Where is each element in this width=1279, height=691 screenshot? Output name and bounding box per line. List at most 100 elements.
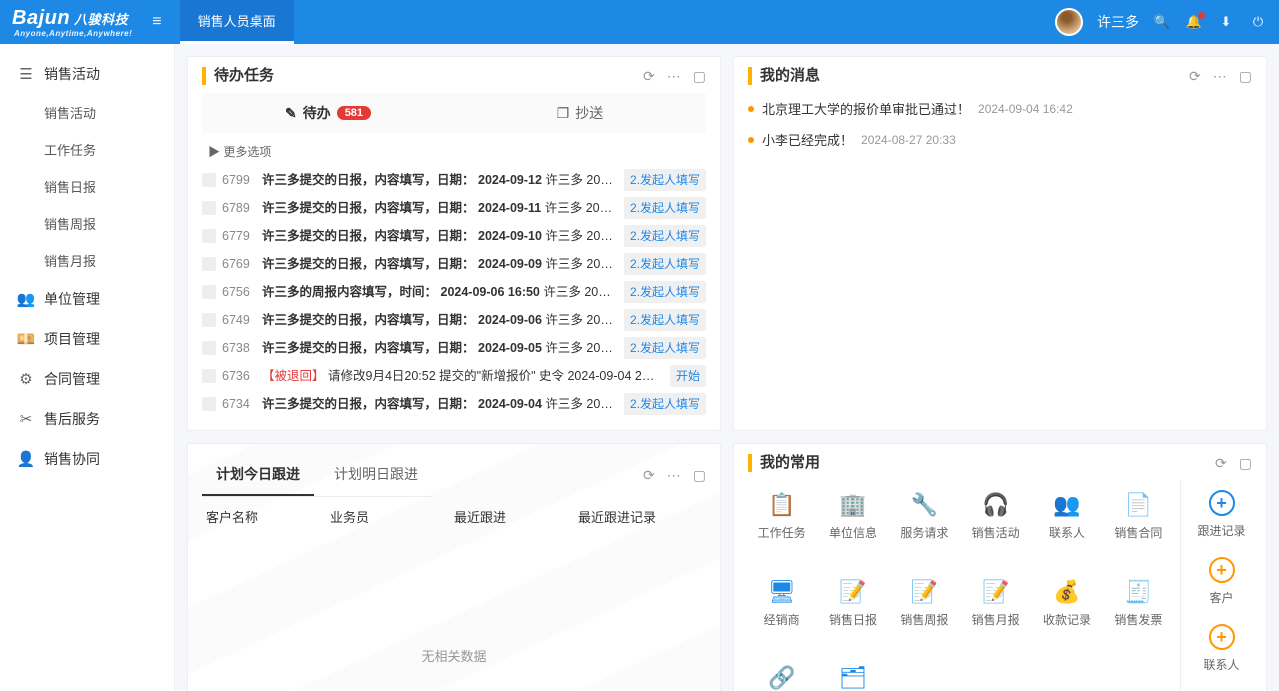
favorite-item[interactable]: 🧾销售发票: [1105, 577, 1172, 654]
task-row[interactable]: 6749许三多提交的日报，内容填写，日期： 2024-09-06 许三多 202…: [202, 306, 706, 334]
menu-toggle-icon[interactable]: ≡: [152, 13, 161, 31]
sidebar-item[interactable]: ☰销售活动: [0, 54, 174, 94]
quick-add[interactable]: +跟进记录: [1191, 490, 1252, 539]
favorite-item[interactable]: 👥联系人: [1033, 490, 1100, 567]
task-row[interactable]: 6736【被退回】 请修改9月4日20:52 提交的"新增报价" 史令 2024…: [202, 362, 706, 390]
more-icon[interactable]: ⋯: [667, 68, 681, 85]
favorite-item[interactable]: 📋工作任务: [748, 490, 815, 567]
quick-add-label: 联系人: [1191, 656, 1252, 673]
favorite-item[interactable]: 📝销售月报: [962, 577, 1029, 654]
favorite-icon: 🔗: [748, 663, 815, 691]
refresh-icon[interactable]: ⟳: [643, 467, 655, 484]
task-row[interactable]: 6738许三多提交的日报，内容填写，日期： 2024-09-05 许三多 202…: [202, 334, 706, 362]
tab-plan-tomorrow[interactable]: 计划明日跟进: [320, 454, 432, 496]
bell-icon[interactable]: 🔔: [1185, 14, 1203, 30]
task-stage-tag[interactable]: 2.发起人填写: [624, 281, 706, 303]
favorite-label: 服务请求: [891, 524, 958, 541]
expand-icon[interactable]: ▢: [1239, 455, 1252, 472]
task-stage-tag[interactable]: 2.发起人填写: [624, 337, 706, 359]
search-icon[interactable]: 🔍: [1153, 14, 1171, 30]
logo: Bajun八骏科技Anyone,Anytime,Anywhere!: [12, 7, 132, 38]
task-stage-tag[interactable]: 2.发起人填写: [624, 169, 706, 191]
tab-sales-desktop[interactable]: 销售人员桌面: [180, 0, 294, 44]
refresh-icon[interactable]: ⟳: [1215, 455, 1227, 472]
checkbox[interactable]: [202, 285, 216, 299]
tab-plan-today[interactable]: 计划今日跟进: [202, 454, 314, 496]
task-stage-tag[interactable]: 2.发起人填写: [624, 225, 706, 247]
sidebar-subitem[interactable]: 工作任务: [0, 131, 174, 168]
avatar[interactable]: [1055, 8, 1083, 36]
task-row[interactable]: 6756许三多的周报内容填写，时间： 2024-09-06 16:50 许三多 …: [202, 278, 706, 306]
username[interactable]: 许三多: [1097, 12, 1139, 32]
checkbox[interactable]: [202, 173, 216, 187]
refresh-icon[interactable]: ⟳: [643, 68, 655, 85]
favorite-item[interactable]: 📝销售日报: [819, 577, 886, 654]
plus-icon: +: [1209, 557, 1235, 583]
favorite-item[interactable]: 📄销售合同: [1105, 490, 1172, 567]
power-icon[interactable]: ⏻: [1249, 14, 1267, 30]
expand-icon[interactable]: ▢: [693, 68, 706, 85]
favorite-item[interactable]: 🎧销售活动: [962, 490, 1029, 567]
sidebar-item[interactable]: 👥单位管理: [0, 279, 174, 319]
more-options[interactable]: ▶ 更多选项: [202, 139, 706, 166]
sidebar-item[interactable]: 💴项目管理: [0, 319, 174, 359]
sidebar-icon: ✂: [18, 411, 34, 427]
expand-icon[interactable]: ▢: [1239, 68, 1252, 85]
refresh-icon[interactable]: ⟳: [1189, 68, 1201, 85]
favorite-item[interactable]: 💰收款记录: [1033, 577, 1100, 654]
sidebar-item[interactable]: ✂售后服务: [0, 399, 174, 439]
checkbox[interactable]: [202, 201, 216, 215]
column-header: 最近跟进: [454, 507, 578, 526]
task-row[interactable]: 6734许三多提交的日报，内容填写，日期： 2024-09-04 许三多 202…: [202, 390, 706, 418]
tab-todo[interactable]: ✎ 待办 581: [202, 93, 454, 133]
expand-icon[interactable]: ▢: [693, 467, 706, 484]
task-row[interactable]: 6779许三多提交的日报，内容填写，日期： 2024-09-10 许三多 202…: [202, 222, 706, 250]
task-row[interactable]: 6769许三多提交的日报，内容填写，日期： 2024-09-09 许三多 202…: [202, 250, 706, 278]
task-stage-tag[interactable]: 开始: [670, 365, 706, 387]
favorite-icon: 📋: [748, 490, 815, 520]
quick-add[interactable]: + 联系人: [1191, 624, 1252, 673]
favorite-label: 收款记录: [1033, 611, 1100, 628]
task-row[interactable]: 6799许三多提交的日报，内容填写，日期： 2024-09-12 许三多 202…: [202, 166, 706, 194]
favorite-item[interactable]: 🏢单位信息: [819, 490, 886, 567]
favorite-item[interactable]: 📝销售周报: [891, 577, 958, 654]
checkbox[interactable]: [202, 369, 216, 383]
checkbox[interactable]: [202, 229, 216, 243]
task-row[interactable]: 6789许三多提交的日报，内容填写，日期： 2024-09-11 许三多 202…: [202, 194, 706, 222]
plus-icon: +: [1209, 624, 1235, 650]
favorites-title: 我的常用: [748, 454, 820, 472]
sidebar-subitem[interactable]: 销售周报: [0, 205, 174, 242]
favorite-item[interactable]: 🗂工作任务: [819, 663, 886, 691]
favorite-label: 销售日报: [819, 611, 886, 628]
sidebar-item[interactable]: 👤销售协同: [0, 439, 174, 479]
sidebar-item-label: 销售活动: [44, 64, 100, 84]
favorite-item[interactable]: 🔗样品管理: [748, 663, 815, 691]
more-icon[interactable]: ⋯: [1213, 68, 1227, 85]
todo-count-badge: 581: [337, 106, 371, 120]
sidebar-subitem[interactable]: 销售月报: [0, 242, 174, 279]
sidebar-subitem[interactable]: 销售活动: [0, 94, 174, 131]
task-stage-tag[interactable]: 2.发起人填写: [624, 197, 706, 219]
favorite-label: 销售月报: [962, 611, 1029, 628]
panel-plan: 计划今日跟进 计划明日跟进 ⟳ ⋯ ▢ 客户名称业务员最近跟进最近跟进记录 无相…: [187, 443, 721, 691]
message-row[interactable]: 北京理工大学的报价单审批已通过！2024-09-04 16:42: [748, 93, 1252, 124]
checkbox[interactable]: [202, 341, 216, 355]
tab-cc[interactable]: ❐ 抄送: [454, 93, 706, 133]
checkbox[interactable]: [202, 313, 216, 327]
more-icon[interactable]: ⋯: [667, 467, 681, 484]
task-stage-tag[interactable]: 2.发起人填写: [624, 309, 706, 331]
task-stage-tag[interactable]: 2.发起人填写: [624, 253, 706, 275]
sidebar-item[interactable]: ⚙合同管理: [0, 359, 174, 399]
task-id: 6789: [222, 198, 256, 218]
task-id: 6779: [222, 226, 256, 246]
checkbox[interactable]: [202, 257, 216, 271]
favorite-item[interactable]: 🖥经销商: [748, 577, 815, 654]
checkbox[interactable]: [202, 397, 216, 411]
quick-add[interactable]: + 客户: [1191, 557, 1252, 606]
task-stage-tag[interactable]: 2.发起人填写: [624, 393, 706, 415]
download-icon[interactable]: ⬇: [1217, 14, 1235, 30]
sidebar-subitem[interactable]: 销售日报: [0, 168, 174, 205]
message-row[interactable]: 小李已经完成！2024-08-27 20:33: [748, 124, 1252, 155]
quick-add-label: 客户: [1191, 589, 1252, 606]
favorite-item[interactable]: 🔧服务请求: [891, 490, 958, 567]
